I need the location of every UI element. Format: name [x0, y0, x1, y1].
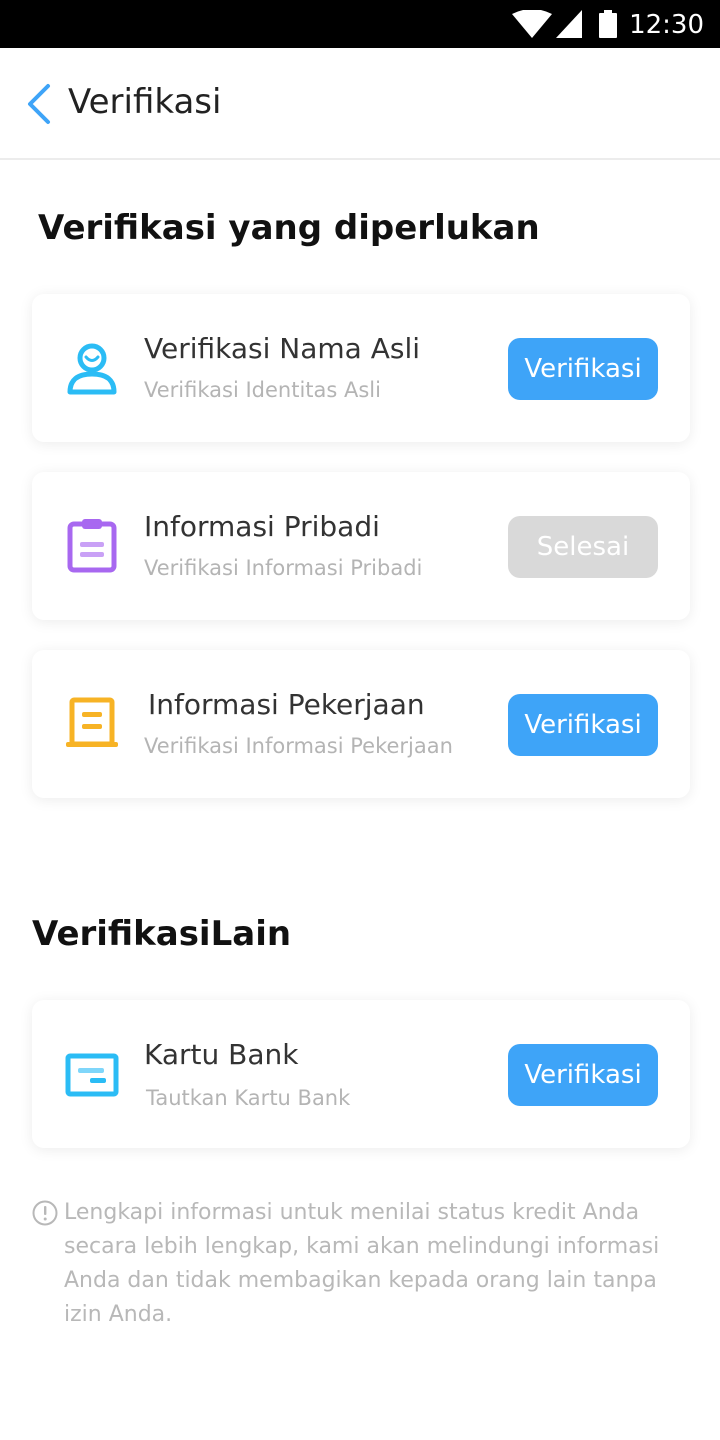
status-bar: 12:30	[0, 0, 720, 48]
clipboard-icon	[67, 519, 117, 573]
card-title: Informasi Pribadi	[144, 510, 380, 543]
signal-icon	[556, 10, 582, 38]
card-subtitle: Verifikasi Informasi Pribadi	[144, 556, 423, 580]
bank-card-icon	[65, 1053, 119, 1097]
required-section-title: Verifikasi yang diperlukan	[38, 208, 540, 248]
status-time: 12:30	[629, 10, 704, 40]
other-section-title: VerifikasiLain	[32, 914, 292, 954]
card-subtitle: Verifikasi Identitas Asli	[144, 378, 381, 402]
verify-real-name-button[interactable]: Verifikasi	[508, 338, 658, 400]
card-title: Kartu Bank	[144, 1038, 299, 1071]
card-subtitle: Verifikasi Informasi Pekerjaan	[144, 734, 453, 758]
personal-info-done-button[interactable]: Selesai	[508, 516, 658, 578]
wifi-icon	[512, 10, 552, 38]
card-real-name: Verifikasi Nama Asli Verifikasi Identita…	[32, 294, 690, 442]
page-title: Verifikasi	[68, 82, 222, 122]
back-arrow-icon[interactable]	[24, 82, 58, 126]
card-title: Informasi Pekerjaan	[148, 688, 425, 721]
app-header: Verifikasi	[0, 48, 720, 160]
card-bank-card: Kartu Bank Tautkan Kartu Bank Verifikasi	[32, 1000, 690, 1148]
info-icon	[32, 1200, 58, 1226]
battery-icon	[599, 10, 617, 38]
card-title: Verifikasi Nama Asli	[144, 332, 421, 365]
card-personal-info: Informasi Pribadi Verifikasi Informasi P…	[32, 472, 690, 620]
verify-job-info-button[interactable]: Verifikasi	[508, 694, 658, 756]
card-subtitle: Tautkan Kartu Bank	[146, 1086, 351, 1110]
verify-bank-card-button[interactable]: Verifikasi	[508, 1044, 658, 1106]
person-icon	[67, 343, 117, 395]
document-icon	[66, 697, 118, 747]
card-job-info: Informasi Pekerjaan Verifikasi Informasi…	[32, 650, 690, 798]
notice-text: Lengkapi informasi untuk menilai status …	[64, 1200, 660, 1327]
